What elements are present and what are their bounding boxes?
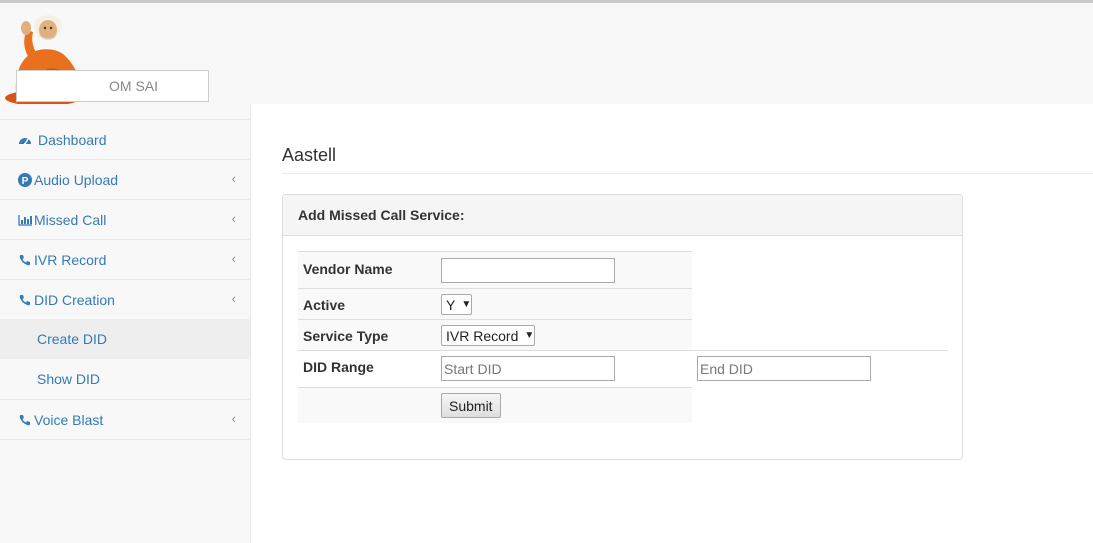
sidebar-subitem-show-did[interactable]: Show DID [0, 359, 250, 399]
sidebar-item-audio-upload[interactable]: P Audio Upload ‹ [0, 159, 250, 199]
add-service-panel: Add Missed Call Service: Vendor Name Act… [282, 194, 963, 460]
did-range-label: DID Range [303, 359, 374, 375]
service-type-select-value: IVR Record [446, 327, 519, 344]
sidebar-item-label: DID Creation [34, 291, 115, 308]
service-type-select[interactable]: IVR Record ▼ [441, 325, 536, 346]
active-select[interactable]: Y ▼ [441, 294, 473, 315]
service-type-label: Service Type [303, 328, 389, 344]
table-row: Service Type IVR Record ▼ [298, 319, 692, 350]
table-row: DID Range [298, 350, 948, 387]
start-did-input[interactable] [441, 356, 615, 381]
panel-heading: Add Missed Call Service: [283, 195, 962, 236]
sidebar-item-label: Missed Call [34, 211, 107, 228]
active-select-value: Y [446, 296, 456, 313]
sidebar-item-ivr-record[interactable]: IVR Record ‹ [0, 239, 250, 279]
sidebar-item-did-creation[interactable]: DID Creation ‹ [0, 279, 250, 319]
table-row: Active Y ▼ [298, 288, 692, 319]
sidebar-item-voice-blast[interactable]: Voice Blast ‹ [0, 399, 250, 439]
sidebar-item-missed-call[interactable]: Missed Call ‹ [0, 199, 250, 239]
chevron-left-icon: ‹ [231, 251, 236, 266]
page-title: Aastell [282, 145, 337, 165]
sidebar-subitem-create-did[interactable]: Create DID [0, 319, 250, 359]
end-did-input[interactable] [697, 356, 871, 381]
phone-icon [17, 412, 33, 428]
dropdown-arrow-icon: ▼ [461, 299, 472, 310]
sidebar-item-label: IVR Record [34, 251, 107, 268]
table-row: Submit [298, 387, 692, 423]
top-border [0, 0, 1093, 3]
sidebar-item-label: Dashboard [38, 131, 107, 148]
dashboard-icon [17, 132, 33, 148]
chevron-left-icon: ‹ [231, 411, 236, 426]
dropdown-arrow-icon: ▼ [524, 330, 535, 341]
sidebar: Dashboard P Audio Upload ‹ Missed Call ‹… [0, 119, 250, 441]
bar-chart-icon [17, 212, 33, 228]
title-divider [282, 173, 1093, 174]
brand-name-box: OM SAI [16, 70, 209, 102]
svg-text:P: P [22, 176, 29, 187]
vendor-name-input[interactable] [441, 258, 615, 283]
sidebar-item-label: Voice Blast [34, 411, 104, 428]
phone-icon [17, 252, 33, 268]
circle-p-icon: P [17, 172, 33, 188]
sidebar-item-dashboard[interactable]: Dashboard [0, 119, 250, 159]
sidebar-divider [0, 439, 250, 441]
sidebar-item-label: Audio Upload [34, 171, 119, 188]
submit-button[interactable]: Submit [441, 393, 501, 418]
phone-icon [17, 292, 33, 308]
chevron-left-icon: ‹ [231, 291, 236, 306]
table-row: Vendor Name [298, 251, 692, 288]
vendor-name-label: Vendor Name [303, 261, 393, 277]
main-content: Aastell Add Missed Call Service: Vendor … [250, 104, 1093, 543]
active-label: Active [303, 297, 346, 313]
brand-name: OM SAI [109, 78, 159, 94]
chevron-left-icon: ‹ [231, 171, 236, 186]
chevron-left-icon: ‹ [231, 211, 236, 226]
